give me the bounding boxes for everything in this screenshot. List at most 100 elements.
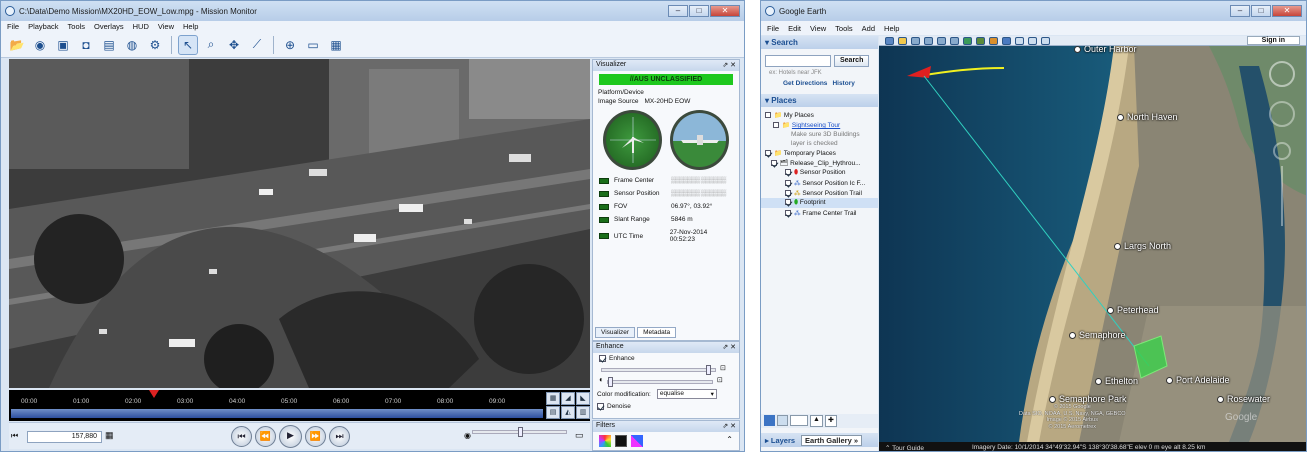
menu-help[interactable]: Help (183, 22, 198, 31)
layers-tab[interactable]: ▸ Layers (765, 436, 795, 445)
polygon-icon[interactable] (911, 36, 920, 45)
close-button[interactable]: ✕ (710, 5, 740, 17)
menu-overlays[interactable]: Overlays (94, 22, 124, 31)
search-icon[interactable] (764, 415, 775, 426)
earth-map-view[interactable]: Outer Harbor North Haven Largs North Pet… (879, 46, 1306, 442)
globe-icon[interactable]: ◉ (30, 35, 50, 55)
panel-pin-close-icon[interactable]: ⇗ ✕ (722, 343, 736, 352)
add-icon[interactable]: ✚ (824, 415, 837, 427)
playhead[interactable] (149, 390, 159, 398)
maximize-button[interactable]: □ (689, 5, 709, 17)
tour-icon[interactable] (950, 36, 959, 45)
menu-hud[interactable]: HUD (133, 22, 149, 31)
places-item[interactable]: ⁂ Frame Center Trail (761, 208, 878, 218)
fast-forward-button[interactable]: ⏩ (305, 426, 326, 447)
places-item[interactable]: ⬮ Sensor Position (761, 168, 878, 178)
fullscreen-icon[interactable]: ▭ (575, 430, 584, 441)
video-frame[interactable] (9, 59, 590, 388)
checkbox[interactable] (771, 160, 777, 167)
checkbox[interactable] (785, 190, 791, 197)
color-filter-icon[interactable] (599, 435, 611, 447)
placemark-icon[interactable] (898, 36, 907, 45)
checkbox[interactable] (765, 150, 771, 157)
zoom-icon[interactable]: ⌕ (201, 35, 221, 55)
minimize-button[interactable]: – (1230, 5, 1250, 17)
places-blank-field[interactable] (790, 415, 808, 426)
print-icon[interactable] (1028, 36, 1037, 45)
planets-icon[interactable] (989, 36, 998, 45)
places-item[interactable]: 📁 Temporary Places (761, 148, 878, 158)
places-item[interactable]: ⁂ Sensor Position Trail (761, 188, 878, 198)
timeline-loop-icon[interactable]: ▤ (546, 406, 560, 419)
close-button[interactable]: ✕ (1272, 5, 1302, 17)
brightness-slider[interactable] (601, 365, 716, 376)
enhance-checkbox-row[interactable]: Enhance (593, 353, 739, 364)
checkbox[interactable] (773, 122, 779, 129)
maps-icon[interactable] (1041, 36, 1050, 45)
denoise-row[interactable]: Denoise (593, 401, 739, 412)
brightness-slider-thumb[interactable] (706, 365, 711, 376)
places-item[interactable]: 🗂 Release_Clip_Hythrou... (761, 158, 878, 168)
timeline-zoom-icon[interactable]: ▦ (546, 392, 560, 405)
speed-slider-thumb[interactable] (518, 427, 523, 437)
sunlight-icon[interactable] (976, 36, 985, 45)
search-input[interactable] (765, 55, 831, 67)
display-icon[interactable]: ▭ (303, 35, 323, 55)
menu-tools[interactable]: Tools (835, 24, 853, 33)
speed-slider[interactable] (472, 427, 567, 437)
contrast-slider[interactable] (606, 376, 713, 387)
overlay-icon[interactable] (937, 36, 946, 45)
path-icon[interactable] (924, 36, 933, 45)
places-item-selected[interactable]: ⬮ Footprint (761, 198, 878, 208)
menu-view[interactable]: View (810, 24, 826, 33)
brightness-reset-icon[interactable]: ⊡ (720, 364, 726, 372)
places-item[interactable]: ⁂ Sensor Position Ic F... (761, 178, 878, 188)
open-folder-icon[interactable]: 📂 (7, 35, 27, 55)
multi-display-icon[interactable]: ▦ (326, 35, 346, 55)
search-section-header[interactable]: ▾ Search (761, 36, 878, 49)
tab-visualizer[interactable]: Visualizer (595, 327, 636, 338)
menu-playback[interactable]: Playback (28, 22, 58, 31)
sidebar-toggle-icon[interactable] (885, 36, 894, 45)
panel-pin-close-icon[interactable]: ⇗ ✕ (722, 61, 736, 70)
settings-gear-icon[interactable]: ⚙ (145, 35, 165, 55)
maximize-button[interactable]: □ (1251, 5, 1271, 17)
color-mod-select[interactable]: equalise ▾ (656, 389, 717, 400)
enhance-checkbox[interactable] (599, 355, 606, 362)
menu-view[interactable]: View (158, 22, 174, 31)
ruler-icon[interactable] (1002, 36, 1011, 45)
frame-rewind-icon[interactable]: ⏮ (11, 431, 18, 441)
monitor-icon[interactable]: ▣ (53, 35, 73, 55)
timeline-track[interactable] (11, 409, 543, 418)
collapse-icon[interactable]: ⌃ (726, 435, 733, 447)
menu-file[interactable]: File (7, 22, 19, 31)
rewind-button[interactable]: ⏪ (255, 426, 276, 447)
camera-icon[interactable]: ◘ (76, 35, 96, 55)
measure-icon[interactable]: ⟋ (247, 35, 267, 55)
play-button[interactable]: ▶ (279, 425, 302, 448)
sign-in-button[interactable]: Sign in (1246, 36, 1300, 45)
minimize-button[interactable]: – (668, 5, 688, 17)
timeline-marker-icon[interactable]: ◢ (561, 392, 575, 405)
frame-step-icon[interactable]: ▦ (105, 430, 114, 441)
get-directions-link[interactable]: Get Directions (783, 80, 827, 87)
earth-gallery-button[interactable]: Earth Gallery » (801, 434, 863, 446)
panel-pin-close-icon[interactable]: ⇗ ✕ (722, 422, 736, 431)
historical-imagery-icon[interactable] (963, 36, 972, 45)
places-item[interactable]: 📁 My Places (761, 110, 878, 120)
menu-help[interactable]: Help (884, 24, 899, 33)
menu-add[interactable]: Add (862, 24, 875, 33)
menu-tools[interactable]: Tools (68, 22, 86, 31)
checkbox[interactable] (765, 112, 771, 119)
save-icon[interactable]: ▤ (99, 35, 119, 55)
noise-filter-icon[interactable] (615, 435, 627, 447)
history-link[interactable]: History (832, 80, 854, 87)
checkbox[interactable] (785, 180, 791, 187)
panel-toggle-icon[interactable] (777, 415, 788, 426)
tab-metadata[interactable]: Metadata (637, 327, 677, 338)
email-icon[interactable] (1015, 36, 1024, 45)
places-item[interactable]: 📁 Sightseeing Tour (761, 120, 878, 130)
pointer-tool-icon[interactable]: ↖ (178, 34, 198, 55)
timeline-fit-icon[interactable]: ◣ (576, 392, 590, 405)
places-section-header[interactable]: ▾ Places (761, 94, 878, 107)
